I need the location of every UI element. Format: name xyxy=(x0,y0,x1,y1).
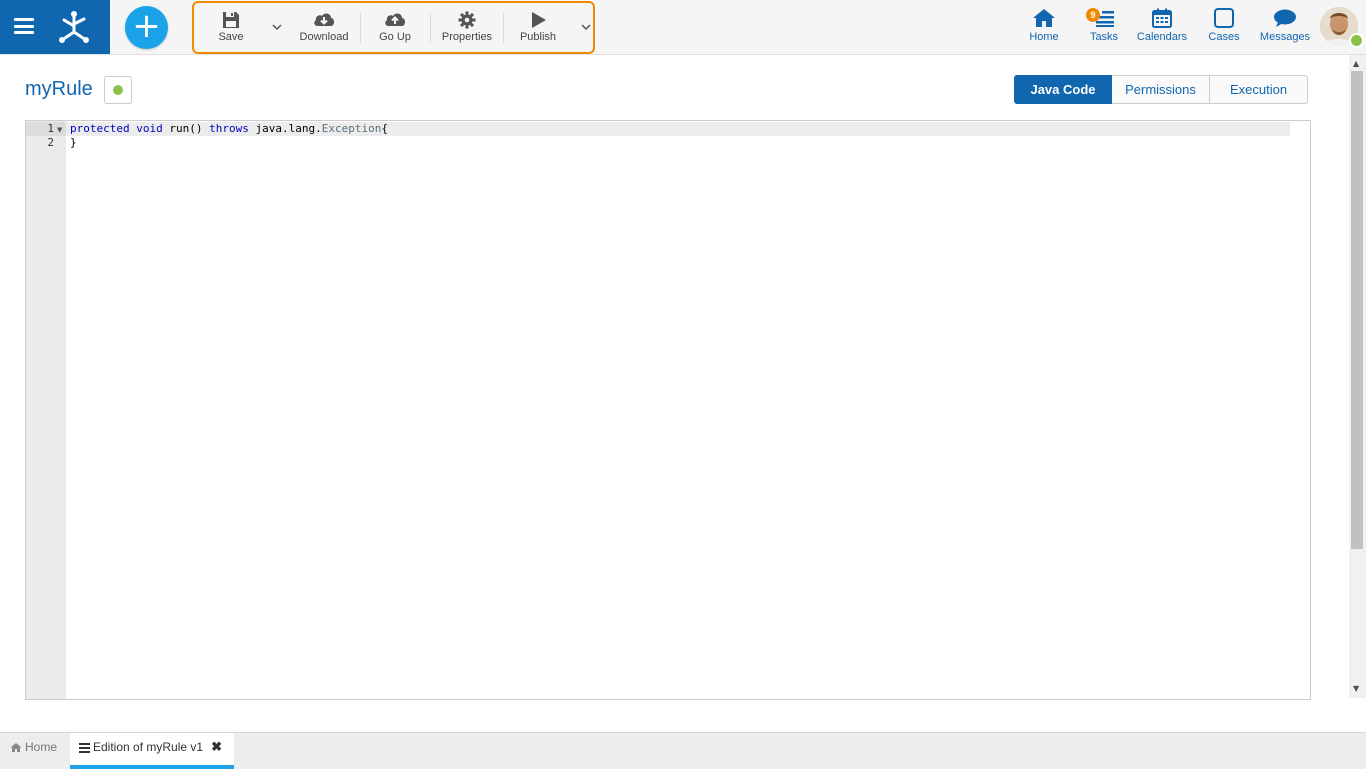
view-tabs: Java Code Permissions Execution xyxy=(1014,75,1308,104)
keyword-token: void xyxy=(136,122,163,135)
floppy-disk-icon xyxy=(223,12,239,28)
tab-permissions[interactable]: Permissions xyxy=(1112,75,1210,104)
download-button[interactable]: Download xyxy=(296,3,352,52)
go-up-label: Go Up xyxy=(379,31,411,43)
bottom-tab-edition-label: Edition of myRule v1 xyxy=(93,740,204,754)
publish-label: Publish xyxy=(519,31,557,43)
go-up-button[interactable]: Go Up xyxy=(370,3,420,52)
calendar-icon xyxy=(1152,8,1172,28)
scrollbar-thumb[interactable] xyxy=(1351,71,1363,549)
code-editor[interactable]: 1 ▼ 2 protected void run() throws java.l… xyxy=(25,120,1311,700)
plus-icon: + xyxy=(132,6,161,46)
keyword-token: protected xyxy=(70,122,130,135)
speech-bubble-icon xyxy=(1274,9,1296,27)
online-status-dot xyxy=(1349,33,1364,48)
toolbar-divider xyxy=(430,13,431,43)
cloud-upload-icon xyxy=(385,13,405,26)
house-icon xyxy=(10,743,22,752)
gear-icon xyxy=(458,11,476,29)
save-options-chevron-down-icon[interactable] xyxy=(271,21,283,33)
play-icon xyxy=(532,12,546,28)
nav-tasks[interactable]: 9 Tasks xyxy=(1084,0,1124,54)
nav-home-label: Home xyxy=(1029,31,1059,43)
nav-tasks-label: Tasks xyxy=(1089,31,1119,43)
brand-area xyxy=(0,0,110,54)
download-label: Download xyxy=(299,31,349,43)
close-tab-icon[interactable]: ✖ xyxy=(211,739,222,754)
line-number: 1 xyxy=(47,122,54,135)
add-button[interactable]: + xyxy=(125,6,168,49)
properties-button[interactable]: Properties xyxy=(438,3,496,52)
bottom-tab-home-label: Home xyxy=(25,740,58,754)
text-token: java.lang. xyxy=(255,122,322,135)
nav-messages-label: Messages xyxy=(1259,31,1311,43)
bottom-tab-edition[interactable]: Edition of myRule v1 ✖ xyxy=(70,733,234,769)
fold-arrow-icon[interactable]: ▼ xyxy=(57,126,62,134)
rule-status-button[interactable] xyxy=(104,76,132,104)
logo-icon[interactable] xyxy=(56,10,92,44)
tasks-count-badge: 9 xyxy=(1086,8,1100,22)
document-lines-icon xyxy=(79,743,90,753)
top-bar: + Save Download Go Up Properties Publish… xyxy=(0,0,1366,55)
code-line-1[interactable]: protected void run() throws java.lang.Ex… xyxy=(70,122,388,135)
house-icon xyxy=(1033,9,1055,27)
nav-calendars-label: Calendars xyxy=(1136,31,1188,43)
toolbar-divider xyxy=(503,13,504,43)
scroll-down-arrow-icon[interactable]: ▼ xyxy=(1353,684,1359,693)
page-title: myRule xyxy=(25,78,93,100)
line-number: 2 xyxy=(47,136,54,149)
status-indicator-dot xyxy=(113,85,123,95)
editor-gutter xyxy=(26,121,66,699)
nav-home[interactable]: Home xyxy=(1024,0,1064,54)
properties-label: Properties xyxy=(441,31,493,43)
square-icon xyxy=(1214,8,1234,28)
menu-icon[interactable] xyxy=(14,18,34,34)
text-token: { xyxy=(381,122,388,135)
nav-cases[interactable]: Cases xyxy=(1206,0,1242,54)
edit-toolbar: Save Download Go Up Properties Publish xyxy=(192,1,595,54)
save-label: Save xyxy=(218,31,244,43)
tab-java-code[interactable]: Java Code xyxy=(1014,75,1112,104)
bottom-tab-bar: Home Edition of myRule v1 ✖ xyxy=(0,732,1366,769)
text-token: run() xyxy=(169,122,203,135)
keyword-token: throws xyxy=(209,122,249,135)
nav-calendars[interactable]: Calendars xyxy=(1136,0,1188,54)
nav-messages[interactable]: Messages xyxy=(1259,0,1311,54)
publish-button[interactable]: Publish xyxy=(514,3,562,52)
publish-options-chevron-down-icon[interactable] xyxy=(580,21,592,33)
bottom-tab-home[interactable]: Home xyxy=(10,733,68,769)
toolbar-divider xyxy=(360,13,361,43)
code-line-2[interactable]: } xyxy=(70,136,77,149)
nav-cases-label: Cases xyxy=(1208,31,1240,43)
page-scrollbar[interactable]: ▲ ▼ xyxy=(1349,55,1366,698)
class-token: Exception xyxy=(321,122,382,135)
cloud-download-icon xyxy=(314,13,334,26)
scroll-up-arrow-icon[interactable]: ▲ xyxy=(1353,59,1359,68)
tab-execution[interactable]: Execution xyxy=(1210,75,1308,104)
save-button[interactable]: Save xyxy=(206,3,256,52)
